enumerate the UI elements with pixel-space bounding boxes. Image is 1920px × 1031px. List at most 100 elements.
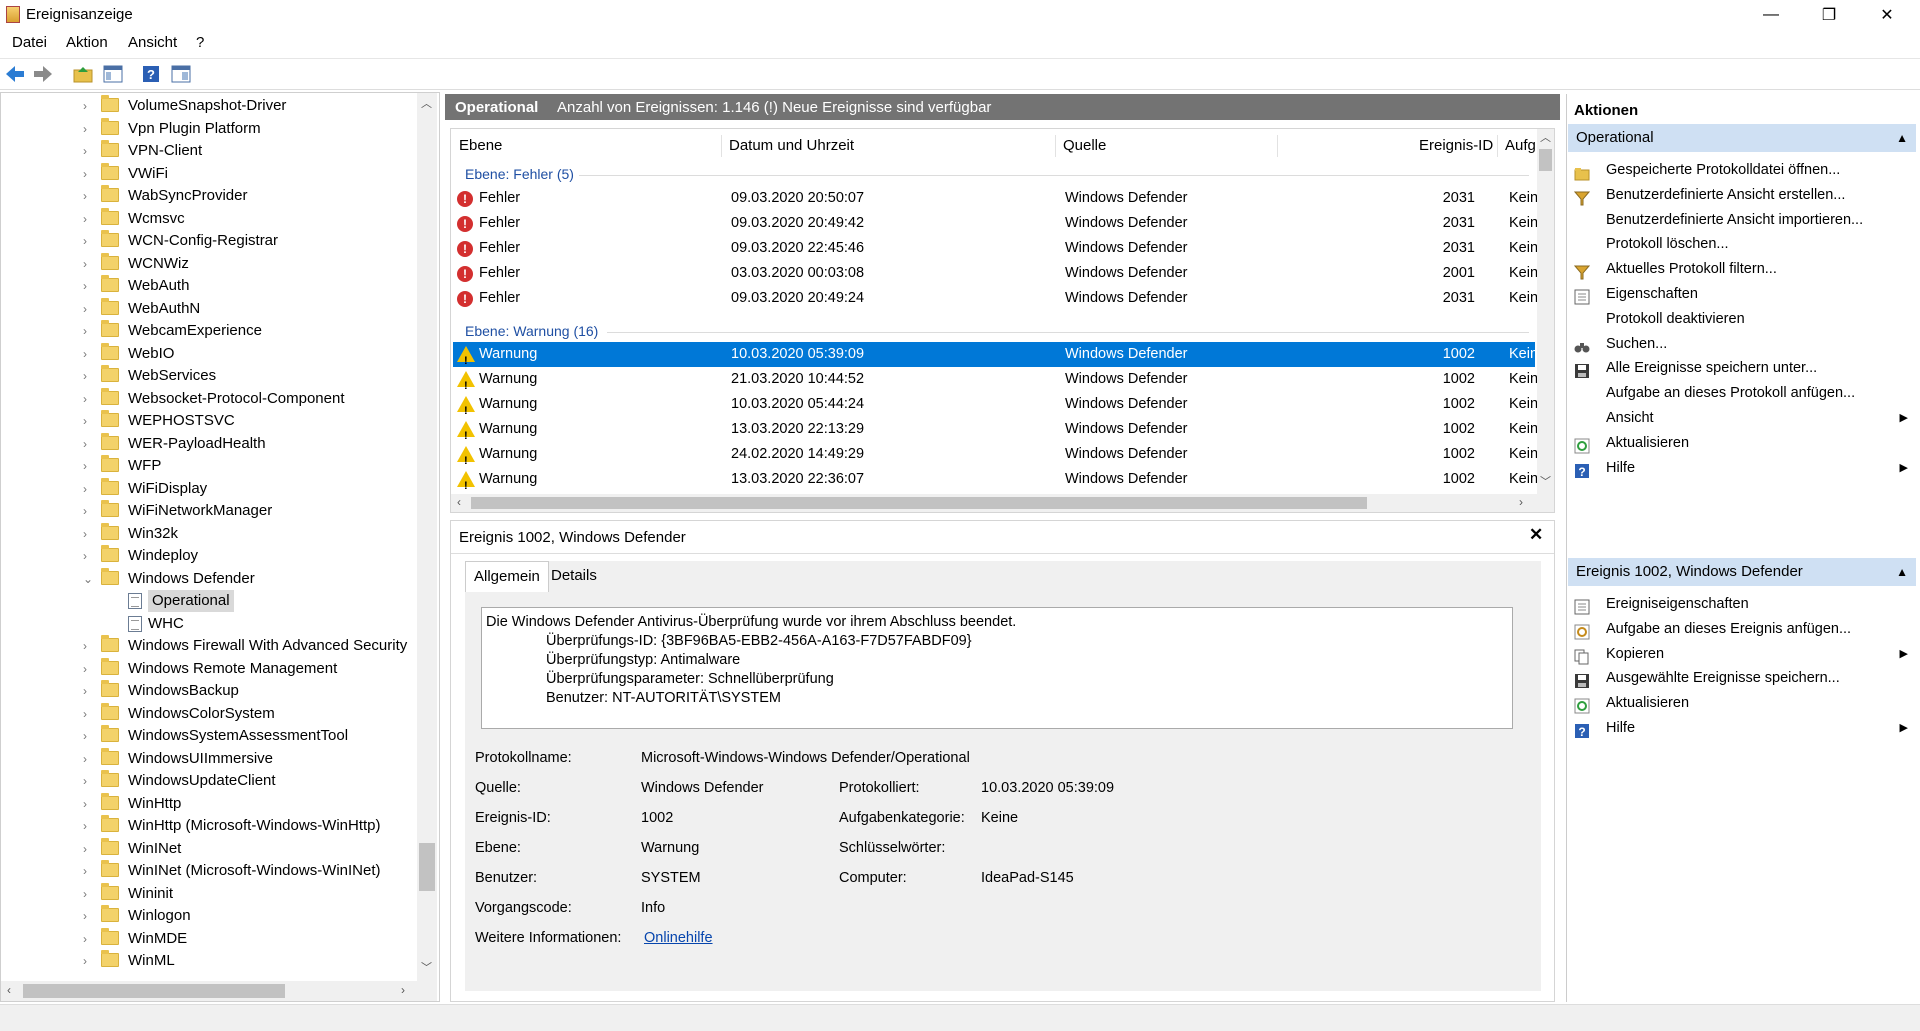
- menu-help[interactable]: ?: [196, 34, 204, 51]
- chevron-right-icon[interactable]: ›: [83, 163, 87, 185]
- tree-item[interactable]: › VolumeSnapshot-Driver: [1, 95, 419, 117]
- chevron-right-icon[interactable]: ›: [83, 545, 87, 567]
- tree-item[interactable]: › WebAuth: [1, 275, 419, 297]
- scroll-left-icon[interactable]: ‹: [7, 983, 11, 997]
- section-event[interactable]: Ereignis 1002, Windows Defender ▲: [1568, 558, 1916, 586]
- tab-details[interactable]: Details: [543, 561, 605, 591]
- back-icon[interactable]: [4, 63, 26, 85]
- chevron-right-icon[interactable]: ›: [83, 748, 87, 770]
- scroll-right-icon[interactable]: ›: [401, 983, 405, 997]
- tree-item[interactable]: ⌄ Windows Defender: [1, 567, 419, 590]
- scroll-down-icon[interactable]: ﹀: [1540, 473, 1551, 489]
- events-scroll-thumb[interactable]: [1539, 149, 1552, 171]
- chevron-right-icon[interactable]: ›: [83, 230, 87, 252]
- event-row[interactable]: Warnung 24.02.2020 14:49:29 Windows Defend…: [453, 442, 1538, 474]
- chevron-right-icon[interactable]: ›: [83, 793, 87, 815]
- action-item[interactable]: ? Hilfe ▶: [1566, 713, 1916, 743]
- chevron-right-icon[interactable]: ›: [83, 365, 87, 387]
- tree-item[interactable]: › VPN-Client: [1, 140, 419, 162]
- chevron-right-icon[interactable]: ›: [83, 500, 87, 522]
- chevron-right-icon[interactable]: ›: [83, 455, 87, 477]
- chevron-right-icon[interactable]: ›: [83, 703, 87, 725]
- tree-item[interactable]: › WebAuthN: [1, 297, 419, 320]
- chevron-right-icon[interactable]: ›: [83, 388, 87, 410]
- tree-item[interactable]: › Windows Remote Management: [1, 657, 419, 680]
- chevron-right-icon[interactable]: ›: [83, 928, 87, 950]
- tree-item[interactable]: › WinML: [1, 950, 419, 972]
- events-horizontal-scrollbar[interactable]: ‹ ›: [451, 494, 1554, 512]
- console-tree[interactable]: › VolumeSnapshot-Driver › Vpn Plugin Platfo…: [0, 92, 440, 1002]
- tree-item[interactable]: › WebServices: [1, 365, 419, 387]
- tree-item[interactable]: › Windeploy: [1, 545, 419, 567]
- tree-item[interactable]: › WindowsUIImmersive: [1, 747, 419, 770]
- tree-item[interactable]: › WFP: [1, 455, 419, 477]
- event-row[interactable]: Warnung 10.03.2020 05:39:09 Windows Defend…: [453, 342, 1538, 374]
- tab-allgemein[interactable]: Allgemein: [465, 561, 549, 592]
- scroll-up-icon[interactable]: ︿: [421, 95, 432, 111]
- menu-datei[interactable]: Datei: [12, 34, 47, 51]
- tree-item[interactable]: › VWiFi: [1, 162, 419, 185]
- tree-item[interactable]: › WinMDE: [1, 927, 419, 950]
- chevron-right-icon[interactable]: ›: [83, 860, 87, 882]
- events-vertical-scrollbar[interactable]: ︿ ﹀: [1537, 129, 1554, 494]
- chevron-right-icon[interactable]: ›: [83, 208, 87, 230]
- event-row[interactable]: ! Fehler 03.03.2020 00:03:08 Windows Defend…: [453, 261, 1538, 286]
- collapse-icon[interactable]: ▲: [1896, 124, 1908, 152]
- close-window-button[interactable]: ✕: [1858, 0, 1916, 30]
- chevron-right-icon[interactable]: ›: [83, 905, 87, 927]
- chevron-right-icon[interactable]: ›: [83, 298, 87, 320]
- chevron-right-icon[interactable]: ›: [83, 343, 87, 365]
- event-row[interactable]: Warnung 13.03.2020 22:13:29 Windows Defend…: [453, 417, 1538, 449]
- column-header-event-id[interactable]: Ereignis-ID: [1419, 137, 1493, 154]
- tree-item[interactable]: › WindowsBackup: [1, 680, 419, 702]
- scroll-down-icon[interactable]: ﹀: [421, 959, 432, 975]
- tree-item[interactable]: › WindowsSystemAssessmentTool: [1, 725, 419, 747]
- tree-item[interactable]: › WebIO: [1, 342, 419, 365]
- tree-item[interactable]: › Win32k: [1, 522, 419, 545]
- chevron-right-icon[interactable]: ›: [83, 95, 87, 117]
- chevron-right-icon[interactable]: ›: [83, 770, 87, 792]
- close-detail-icon[interactable]: ✕: [1529, 525, 1543, 545]
- tree-item[interactable]: Operational: [1, 590, 419, 612]
- chevron-right-icon[interactable]: ›: [83, 433, 87, 455]
- column-header-date[interactable]: Datum und Uhrzeit: [729, 137, 854, 154]
- chevron-right-icon[interactable]: ›: [83, 725, 87, 747]
- tree-item[interactable]: › WinHttp: [1, 792, 419, 815]
- event-row[interactable]: ! Fehler 09.03.2020 20:50:07 Windows Defend…: [453, 186, 1538, 211]
- event-row[interactable]: Warnung 13.03.2020 22:36:07 Windows Defend…: [453, 467, 1538, 499]
- help-icon[interactable]: ?: [140, 63, 162, 85]
- maximize-button[interactable]: ❐: [1800, 0, 1858, 30]
- minimize-button[interactable]: —: [1742, 0, 1800, 30]
- tree-item[interactable]: › Wininit: [1, 882, 419, 905]
- events-hscroll-thumb[interactable]: [471, 497, 1367, 509]
- tree-item[interactable]: › WindowsColorSystem: [1, 702, 419, 725]
- menu-ansicht[interactable]: Ansicht: [128, 34, 177, 51]
- tree-item[interactable]: › WCN-Config-Registrar: [1, 230, 419, 252]
- chevron-right-icon[interactable]: ›: [83, 680, 87, 702]
- chevron-right-icon[interactable]: ›: [83, 523, 87, 545]
- forward-icon[interactable]: [32, 63, 54, 85]
- show-hide-console-tree-icon[interactable]: [102, 63, 124, 85]
- up-folder-icon[interactable]: [72, 63, 94, 85]
- tree-item[interactable]: › Vpn Plugin Platform: [1, 117, 419, 140]
- tree-item[interactable]: › WinINet (Microsoft-Windows-WinINet): [1, 860, 419, 882]
- action-item[interactable]: ? Hilfe ▶: [1566, 453, 1916, 483]
- chevron-right-icon[interactable]: ›: [83, 635, 87, 657]
- chevron-right-icon[interactable]: ›: [83, 950, 87, 972]
- section-operational[interactable]: Operational ▲: [1568, 124, 1916, 152]
- column-header-source[interactable]: Quelle: [1063, 137, 1106, 154]
- tree-hscroll-thumb[interactable]: [23, 984, 285, 998]
- online-help-link[interactable]: Onlinehilfe: [644, 930, 713, 946]
- chevron-right-icon[interactable]: ›: [83, 118, 87, 140]
- group-header-warnings[interactable]: Ebene: Warnung (16): [465, 323, 598, 339]
- group-header-errors[interactable]: Ebene: Fehler (5): [465, 166, 574, 182]
- tree-item[interactable]: › WindowsUpdateClient: [1, 770, 419, 792]
- tree-item[interactable]: › WabSyncProvider: [1, 185, 419, 207]
- tree-item[interactable]: › Windows Firewall With Advanced Security: [1, 635, 419, 657]
- events-table[interactable]: Ebene Datum und Uhrzeit Quelle Ereignis-…: [450, 128, 1555, 513]
- tree-item[interactable]: › WER-PayloadHealth: [1, 432, 419, 455]
- scroll-right-icon[interactable]: ›: [1519, 495, 1523, 509]
- tree-scroll-thumb[interactable]: [419, 843, 435, 891]
- column-header-task[interactable]: Aufg: [1505, 137, 1535, 154]
- chevron-right-icon[interactable]: ›: [83, 815, 87, 837]
